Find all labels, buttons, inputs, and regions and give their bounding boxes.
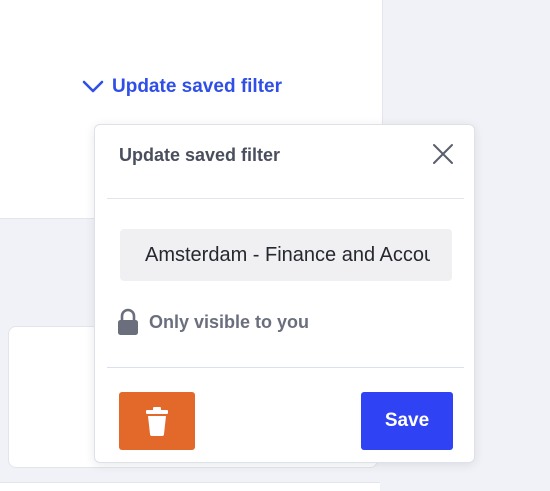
lock-icon [118, 308, 138, 335]
update-saved-filter-toggle[interactable]: Update saved filter [82, 76, 282, 98]
visibility-indicator: Only visible to you [117, 308, 309, 336]
footer-divider [107, 367, 464, 368]
update-saved-filter-popover: Update saved filter Only visible to you … [94, 124, 475, 463]
background-strip [0, 482, 380, 491]
close-icon [433, 144, 453, 164]
popover-header: Update saved filter [95, 125, 474, 198]
chevron-down-icon [82, 80, 104, 93]
filter-name-input[interactable] [120, 229, 452, 281]
header-divider [107, 198, 464, 199]
save-button[interactable]: Save [361, 392, 453, 450]
delete-button[interactable] [119, 392, 195, 450]
close-button[interactable] [431, 142, 455, 166]
popover-title: Update saved filter [119, 145, 281, 165]
trash-icon [146, 407, 168, 436]
visibility-label: Only visible to you [149, 311, 310, 332]
update-saved-filter-toggle-label: Update saved filter [112, 76, 282, 97]
